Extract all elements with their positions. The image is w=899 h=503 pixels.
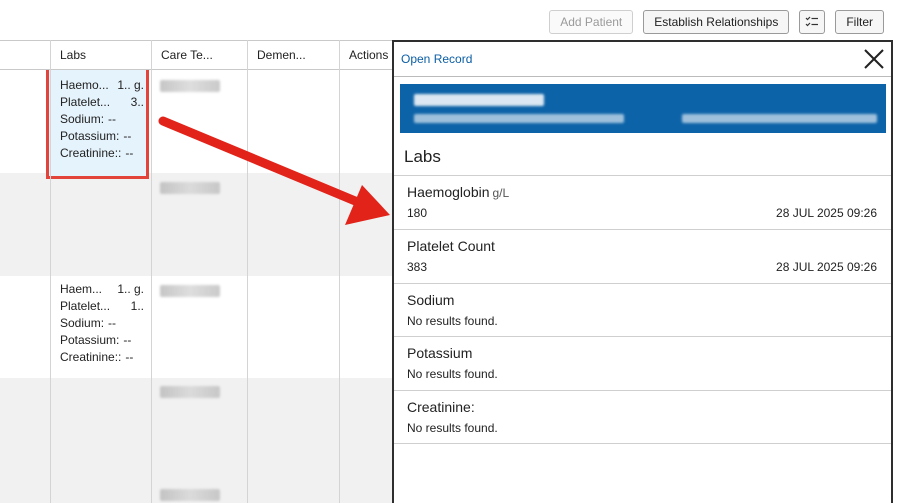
open-record-link[interactable]: Open Record	[401, 52, 472, 66]
redacted-patient-name	[414, 94, 544, 106]
divider	[394, 443, 891, 444]
close-icon[interactable]	[863, 48, 885, 70]
lab-result-haemoglobin[interactable]: Haemoglobin g/L 180 28 JUL 2025 09:26	[394, 176, 891, 230]
labs-panel: Open Record Labs Haemoglobin g/L 180 28 J…	[392, 40, 893, 503]
lab-result-potassium[interactable]: Potassium No results found.	[394, 337, 891, 391]
lab-result-creatinine[interactable]: Creatinine: No results found.	[394, 391, 891, 445]
panel-title: Labs	[404, 147, 441, 166]
patient-banner	[400, 84, 886, 133]
panel-header: Open Record	[394, 42, 891, 77]
lab-result-platelet-count[interactable]: Platelet Count 383 28 JUL 2025 09:26	[394, 230, 891, 284]
redacted-patient-ids	[682, 114, 877, 123]
lab-result-sodium[interactable]: Sodium No results found.	[394, 284, 891, 338]
redacted-patient-details	[414, 114, 624, 123]
